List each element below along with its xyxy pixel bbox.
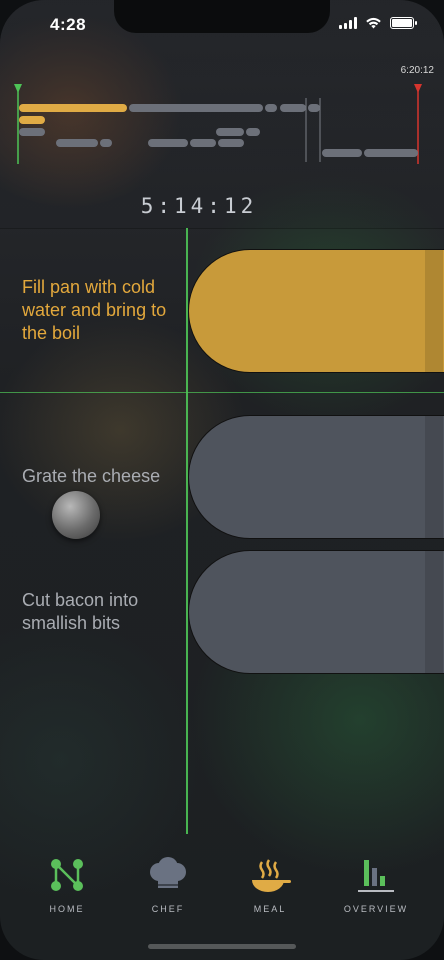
steaming-pan-icon xyxy=(252,859,291,892)
task-label-cut-bacon[interactable]: Cut bacon into smallish bits xyxy=(22,589,182,635)
current-task-line xyxy=(0,392,444,393)
drag-handle[interactable] xyxy=(52,491,100,539)
tab-chef-label: CHEF xyxy=(151,904,185,914)
task-bar-grate-cheese[interactable] xyxy=(188,415,444,539)
tab-home-label: HOME xyxy=(49,904,85,914)
app-screen: 4:28 6:20:12 5:14:12 Fill pan with cold … xyxy=(0,0,444,960)
elapsed-timer-value: 5:14:12 xyxy=(140,194,258,218)
graph-nodes-icon xyxy=(51,859,83,891)
task-bar-fill-pan[interactable] xyxy=(188,249,444,373)
section-divider xyxy=(0,228,444,229)
tab-meal-label: MEAL xyxy=(253,904,287,914)
now-indicator-line xyxy=(186,228,188,834)
task-label-grate-cheese[interactable]: Grate the cheese xyxy=(22,465,182,488)
tab-overview[interactable]: OVERVIEW xyxy=(326,856,426,914)
task-bar-cut-bacon[interactable] xyxy=(188,550,444,674)
tab-home[interactable]: HOME xyxy=(17,856,117,914)
end-time-label: 6:20:12 xyxy=(400,65,434,76)
tab-overview-label: OVERVIEW xyxy=(343,904,409,914)
elapsed-timer: 5:14:12 xyxy=(0,194,444,218)
home-indicator[interactable] xyxy=(148,944,296,949)
mini-timeline[interactable]: 6:20:12 5:14:12 xyxy=(0,0,444,228)
tab-meal[interactable]: MEAL xyxy=(220,856,320,914)
tab-bar: HOME CHEF MEAL OVERVIEW xyxy=(0,856,444,936)
tab-chef[interactable]: CHEF xyxy=(118,856,218,914)
task-label-fill-pan[interactable]: Fill pan with cold water and bring to th… xyxy=(22,276,182,345)
bar-chart-icon xyxy=(358,860,394,892)
chef-hat-icon xyxy=(150,857,186,888)
